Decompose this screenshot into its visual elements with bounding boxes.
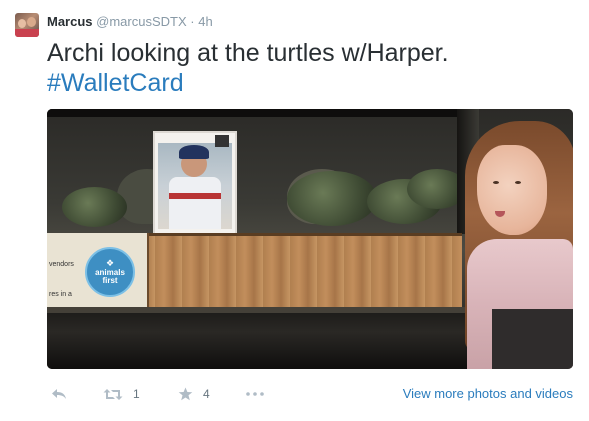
child-jacket (492, 309, 573, 369)
retweet-button[interactable]: 1 (103, 380, 140, 408)
hashtag-link[interactable]: #WalletCard (47, 68, 567, 98)
timestamp[interactable]: 4h (198, 14, 212, 29)
reply-icon (51, 388, 67, 400)
turtle (62, 187, 127, 227)
paw-icon: ❖ (105, 258, 115, 268)
retweet-icon (103, 388, 123, 401)
retweet-count: 1 (133, 387, 140, 401)
child-face (477, 145, 547, 235)
favorite-button[interactable]: 4 (178, 380, 210, 408)
sticker-line: first (102, 276, 118, 285)
card-player-cap (179, 145, 209, 159)
avatar-shirt (15, 29, 39, 37)
tweet-actions: 1 4 View more photos and videos (47, 380, 573, 408)
user-handle[interactable]: @marcusSDTX (96, 14, 187, 29)
baseball-card (153, 131, 237, 235)
more-dots-icon (246, 392, 264, 396)
avatar[interactable] (15, 13, 39, 37)
tweet: Marcus @marcusSDTX · 4h Archi looking at… (0, 0, 589, 421)
child-eye (515, 181, 521, 184)
favorite-count: 4 (203, 387, 210, 401)
user-name[interactable]: Marcus (47, 14, 93, 29)
child-eye (493, 181, 499, 184)
reply-button[interactable] (51, 380, 67, 408)
panel-text: vendors (49, 261, 74, 268)
star-icon (178, 387, 193, 401)
separator-dot: · (190, 14, 195, 29)
tweet-text: Archi looking at the turtles w/Harper. #… (47, 38, 567, 98)
card-jersey-stripe (169, 193, 221, 199)
avatar-face (18, 19, 26, 28)
view-more-photos-link[interactable]: View more photos and videos (403, 386, 573, 401)
tank-frame (47, 109, 477, 117)
turtle (287, 171, 377, 226)
tweet-body: Archi looking at the turtles w/Harper. (47, 39, 449, 67)
tweet-photo[interactable]: vendors res in a ❖ animals first (47, 109, 573, 369)
panel-text: res in a (49, 291, 72, 298)
card-jersey (169, 177, 221, 229)
more-button[interactable] (246, 380, 264, 408)
avatar-face (27, 17, 36, 27)
info-panel: vendors res in a ❖ animals first (47, 233, 149, 307)
tank-base-edge (47, 307, 477, 313)
tweet-header: Marcus @marcusSDTX · 4h (47, 13, 213, 31)
animals-first-sticker: ❖ animals first (85, 247, 135, 297)
card-logo (215, 135, 229, 147)
